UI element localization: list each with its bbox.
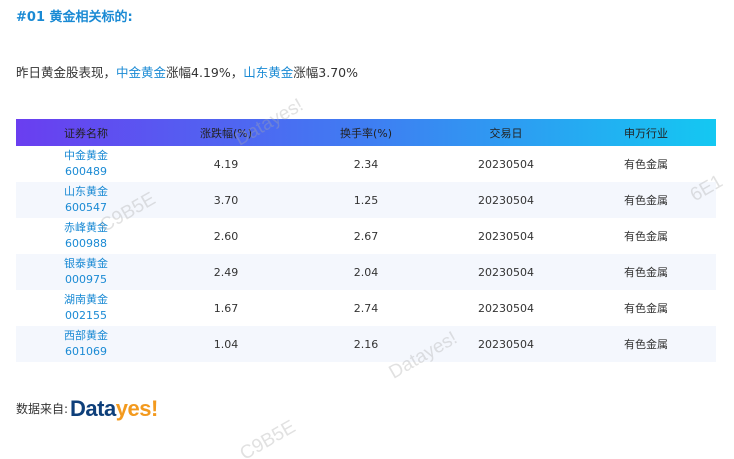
stock-name: 中金黄金 — [64, 149, 108, 162]
stock-code: 000975 — [65, 273, 107, 286]
stock-name: 湖南黄金 — [64, 293, 108, 306]
section-title: #01 黄金相关标的: — [16, 10, 133, 25]
change-pct-cell: 2.60 — [213, 229, 239, 243]
stock-link[interactable]: 赤峰黄金 600988 — [16, 218, 156, 254]
turnover-cell: 2.67 — [353, 229, 379, 243]
source-label: 数据来自: — [16, 402, 69, 416]
trade-date-cell: 20230504 — [478, 229, 534, 243]
industry-cell: 有色金属 — [624, 158, 668, 171]
table-row: 赤峰黄金 600988 2.60 2.67 20230504 有色金属 — [16, 218, 716, 254]
industry-cell: 有色金属 — [624, 230, 668, 243]
summary-text: 昨日黄金股表现，中金黄金涨幅4.19%，山东黄金涨幅3.70% — [16, 62, 358, 81]
summary-change-1: 涨幅4.19%， — [166, 65, 244, 80]
table-row: 西部黄金 601069 1.04 2.16 20230504 有色金属 — [16, 326, 716, 362]
logo-text-yes: yes! — [115, 396, 159, 421]
stock-link[interactable]: 西部黄金 601069 — [16, 326, 156, 362]
header-industry: 申万行业 — [624, 126, 668, 140]
logo-text-data: Data — [70, 396, 116, 421]
change-pct-cell: 4.19 — [213, 157, 239, 171]
stock-code: 601069 — [65, 345, 107, 358]
turnover-cell: 2.04 — [353, 265, 379, 279]
change-pct-cell: 1.67 — [213, 301, 239, 315]
stock-name: 西部黄金 — [64, 329, 108, 342]
turnover-cell: 1.25 — [353, 193, 379, 207]
table-row: 银泰黄金 000975 2.49 2.04 20230504 有色金属 — [16, 254, 716, 290]
data-source: 数据来自: Datayes! — [16, 398, 158, 420]
change-pct-cell: 2.49 — [213, 265, 239, 279]
stock-code: 600547 — [65, 201, 107, 214]
change-pct-cell: 3.70 — [213, 193, 239, 207]
summary-stock-link-1[interactable]: 中金黄金 — [116, 65, 166, 80]
turnover-cell: 2.34 — [353, 157, 379, 171]
industry-cell: 有色金属 — [624, 194, 668, 207]
summary-change-2: 涨幅3.70% — [293, 65, 358, 80]
trade-date-cell: 20230504 — [478, 193, 534, 207]
trade-date-cell: 20230504 — [478, 265, 534, 279]
trade-date-cell: 20230504 — [478, 301, 534, 315]
table-row: 湖南黄金 002155 1.67 2.74 20230504 有色金属 — [16, 290, 716, 326]
summary-prefix: 昨日黄金股表现， — [16, 65, 117, 80]
header-turnover-rate: 换手率(%) — [339, 126, 393, 140]
industry-cell: 有色金属 — [624, 338, 668, 351]
table-row: 中金黄金 600489 4.19 2.34 20230504 有色金属 — [16, 146, 716, 182]
table-header: 证券名称 涨跌幅(%) 换手率(%) 交易日 申万行业 — [16, 119, 716, 146]
table-row: 山东黄金 600547 3.70 1.25 20230504 有色金属 — [16, 182, 716, 218]
stock-link[interactable]: 中金黄金 600489 — [16, 146, 156, 182]
turnover-cell: 2.16 — [353, 337, 379, 351]
stock-name: 银泰黄金 — [64, 257, 108, 270]
summary-stock-link-2[interactable]: 山东黄金 — [243, 65, 293, 80]
trade-date-cell: 20230504 — [478, 337, 534, 351]
stock-code: 002155 — [65, 309, 107, 322]
watermark: C9B5E — [236, 416, 300, 459]
header-change-pct: 涨跌幅(%) — [199, 126, 253, 140]
header-security-name: 证券名称 — [64, 126, 108, 140]
stock-code: 600988 — [65, 237, 107, 250]
article-page: #01 黄金相关标的: 昨日黄金股表现，中金黄金涨幅4.19%，山东黄金涨幅3.… — [0, 0, 734, 459]
stock-link[interactable]: 湖南黄金 002155 — [16, 290, 156, 326]
change-pct-cell: 1.04 — [213, 337, 239, 351]
stock-link[interactable]: 银泰黄金 000975 — [16, 254, 156, 290]
gold-stocks-table: 证券名称 涨跌幅(%) 换手率(%) 交易日 申万行业 中金黄金 600489 … — [16, 119, 716, 362]
turnover-cell: 2.74 — [353, 301, 379, 315]
industry-cell: 有色金属 — [624, 266, 668, 279]
header-trade-date: 交易日 — [489, 126, 523, 140]
datayes-logo: Datayes! — [70, 398, 158, 420]
stock-name: 山东黄金 — [64, 185, 108, 198]
stock-name: 赤峰黄金 — [64, 221, 108, 234]
trade-date-cell: 20230504 — [478, 157, 534, 171]
stock-link[interactable]: 山东黄金 600547 — [16, 182, 156, 218]
industry-cell: 有色金属 — [624, 302, 668, 315]
stock-code: 600489 — [65, 165, 107, 178]
